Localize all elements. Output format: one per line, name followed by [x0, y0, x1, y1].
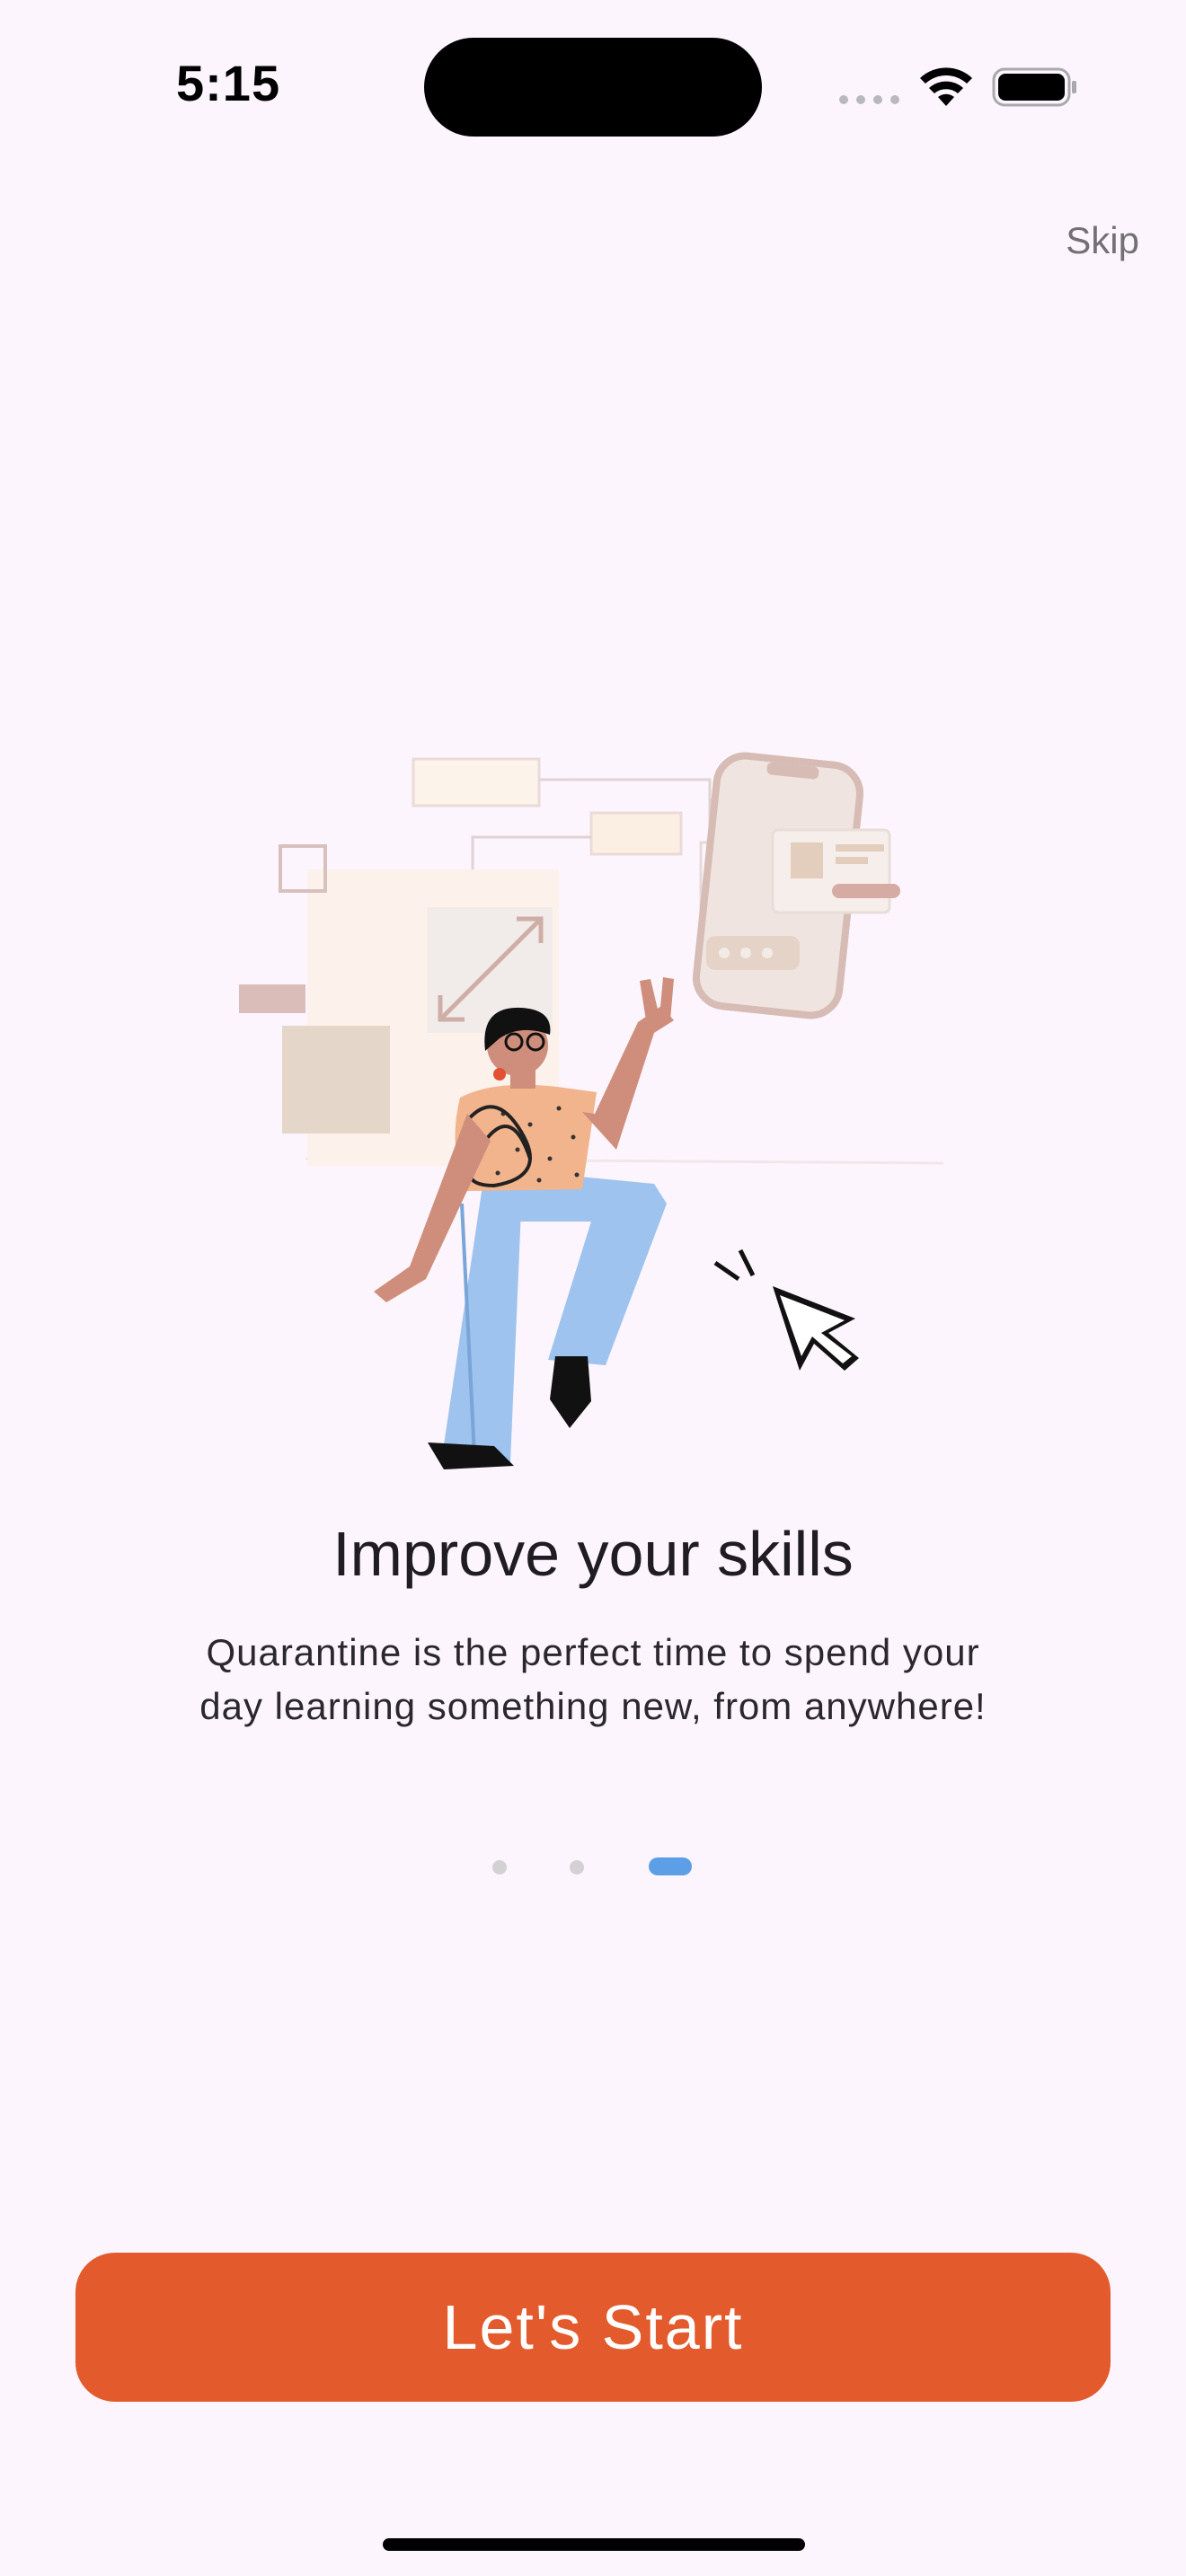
- description-line-1: Quarantine is the perfect time to spend …: [206, 1631, 980, 1673]
- cellular-signal-icon: [839, 95, 899, 104]
- home-indicator[interactable]: [383, 2538, 805, 2551]
- skip-button[interactable]: Skip: [1066, 219, 1139, 262]
- onboarding-title: Improve your skills: [332, 1519, 854, 1589]
- battery-icon: [992, 67, 1076, 107]
- status-icons: [839, 63, 1082, 113]
- onboarding-description: Quarantine is the perfect time to spend …: [144, 1626, 1042, 1734]
- page-dot-2[interactable]: [570, 1860, 584, 1875]
- cursor-icon: [713, 1248, 859, 1371]
- wifi-icon: [920, 67, 972, 106]
- status-bar: 5:15: [0, 0, 1186, 171]
- dynamic-island: [424, 38, 762, 137]
- description-line-2: day learning something new, from anywher…: [199, 1685, 987, 1727]
- person-learning-illustration: [239, 752, 944, 1469]
- page-dot-1[interactable]: [492, 1860, 507, 1875]
- page-indicator: [0, 1857, 1186, 1877]
- page-dot-3-active[interactable]: [649, 1857, 692, 1875]
- status-time: 5:15: [176, 55, 281, 111]
- lets-start-button[interactable]: Let's Start: [75, 2253, 1111, 2402]
- phone-illustration: [692, 752, 900, 1019]
